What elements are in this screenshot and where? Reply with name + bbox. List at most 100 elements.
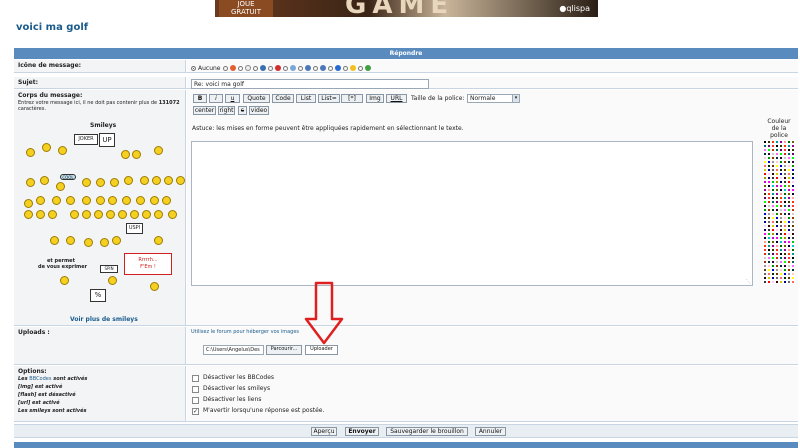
uploads-link[interactable]: Utilisez le forum pour héberger vos imag… [191,329,299,335]
smiley-spin-sign[interactable]: SPIN [100,265,118,273]
resize-handle[interactable]: ⋱ [746,279,751,285]
message-textarea[interactable]: ⋱ [191,141,753,286]
radio-icon-4[interactable] [267,65,273,71]
quote-button[interactable]: Quote [243,94,270,103]
font-size-select[interactable]: Normale ▾ [467,94,520,103]
option-checkbox[interactable] [192,397,199,404]
smiley-emoticon[interactable] [108,276,117,285]
preview-button[interactable]: Aperçu [311,427,337,436]
cancel-button[interactable]: Annuler [475,427,506,436]
radio-icon-6[interactable] [297,65,303,71]
smiley-emoticon[interactable] [176,176,185,185]
option-checkbox[interactable]: ✓ [192,408,199,415]
center-button[interactable]: center [193,106,216,115]
smiley-emoticon[interactable] [150,282,159,291]
radio-icon-9[interactable] [342,65,348,71]
smiley-emoticon[interactable] [82,178,91,187]
color-swatch[interactable] [791,280,795,284]
radio-icon-3[interactable] [252,65,258,71]
smiley-express-text[interactable]: et permet de vous exprimer [38,258,87,270]
smiley-emoticon[interactable] [150,196,159,205]
file-path-input[interactable]: C:\Users\Angelus\Des [203,345,264,355]
smiley-emoticon[interactable] [66,196,75,205]
smiley-emoticon[interactable] [36,210,45,219]
code-button[interactable]: Code [272,94,294,103]
option-note-link[interactable]: BBCodes [29,376,51,382]
smiley-emoticon[interactable] [50,236,59,245]
save-draft-button[interactable]: Sauvegarder le brouillon [386,427,468,436]
smiley-emoticon[interactable] [82,196,91,205]
smiley-emoticon[interactable] [60,276,69,285]
smiley-emoticon[interactable] [130,210,139,219]
smiley-emoticon[interactable] [152,176,161,185]
smiley-pc-sign[interactable]: % [90,289,106,302]
option-checkbox[interactable] [192,386,199,393]
radio-icon-2[interactable] [237,65,243,71]
smiley-emoticon[interactable] [164,176,173,185]
smiley-emoticon[interactable] [58,146,67,155]
smiley-uspi-sign[interactable]: USPI [126,223,143,234]
page-title[interactable]: voici ma golf [16,22,88,33]
right-button[interactable]: right [218,106,235,115]
radio-icon-5[interactable] [282,65,288,71]
smiley-emoticon[interactable] [154,146,163,155]
subject-input[interactable]: Re: voici ma golf [191,79,429,89]
smiley-emoticon[interactable] [96,178,105,187]
smiley-emoticon[interactable] [121,150,130,159]
list-button[interactable]: List [296,94,316,103]
smiley-emoticon[interactable] [142,210,151,219]
bold-button[interactable]: B [193,94,207,103]
smiley-emoticon[interactable] [66,236,75,245]
smiley-emoticon[interactable] [106,210,115,219]
smiley-emoticon[interactable] [94,210,103,219]
smiley-emoticon[interactable] [82,210,91,219]
smiley-emoticon[interactable] [140,176,149,185]
smiley-emoticon[interactable] [24,210,33,219]
url-button[interactable]: URL [386,94,407,103]
list-item-button[interactable]: [*] [341,94,363,103]
list-eq-select[interactable]: List= [318,94,340,103]
smiley-up-sign[interactable]: UP [99,133,115,147]
ad-banner[interactable]: JOUE GRATUIT GAME ●qlispa [215,0,598,17]
more-smileys-link[interactable]: Voir plus de smileys [70,316,138,323]
smiley-emoticon[interactable] [100,238,109,247]
smiley-emoticon[interactable] [70,210,79,219]
smiley-rrrah-sign[interactable]: Rrrrrh... F'Em ! [124,253,172,275]
browse-button[interactable]: Parcourir... [266,345,302,355]
smiley-emoticon[interactable] [84,238,93,247]
smiley-emoticon[interactable] [136,196,145,205]
smiley-emoticon[interactable] [132,150,141,159]
smiley-emoticon[interactable] [118,210,127,219]
smiley-emoticon[interactable] [168,210,177,219]
smiley-emoticon[interactable] [36,196,45,205]
font-color-palette[interactable] [763,140,795,286]
smiley-emoticon[interactable] [42,143,51,152]
italic-button[interactable]: i [209,94,223,103]
strike-button[interactable]: s [238,106,247,115]
smiley-emoticon[interactable] [122,196,131,205]
smiley-emoticon[interactable] [162,196,171,205]
smiley-emoticon[interactable] [56,182,65,191]
send-button[interactable]: Envoyer [345,427,379,436]
smiley-emoticon[interactable] [26,178,35,187]
smiley-emoticon[interactable] [154,236,163,245]
smiley-emoticon[interactable] [52,196,61,205]
option-checkbox[interactable] [192,375,199,382]
smiley-emoticon[interactable] [112,236,121,245]
smiley-emoticon[interactable] [26,148,35,157]
smiley-emoticon[interactable] [96,196,105,205]
video-button[interactable]: video [249,106,269,115]
underline-button[interactable]: u [225,94,240,103]
smiley-emoticon[interactable] [110,178,119,187]
smiley-emoticon[interactable] [154,210,163,219]
smiley-cool-sign[interactable]: COOL [60,174,76,180]
smiley-emoticon[interactable] [24,199,33,208]
smiley-emoticon[interactable] [48,210,57,219]
radio-icon-7[interactable] [312,65,318,71]
smiley-joker-sign[interactable]: JOKER [74,134,98,145]
radio-none[interactable] [191,65,196,71]
smiley-emoticon[interactable] [108,196,117,205]
radio-icon-1[interactable] [222,65,228,71]
radio-icon-8[interactable] [327,65,333,71]
radio-icon-10[interactable] [357,65,363,71]
